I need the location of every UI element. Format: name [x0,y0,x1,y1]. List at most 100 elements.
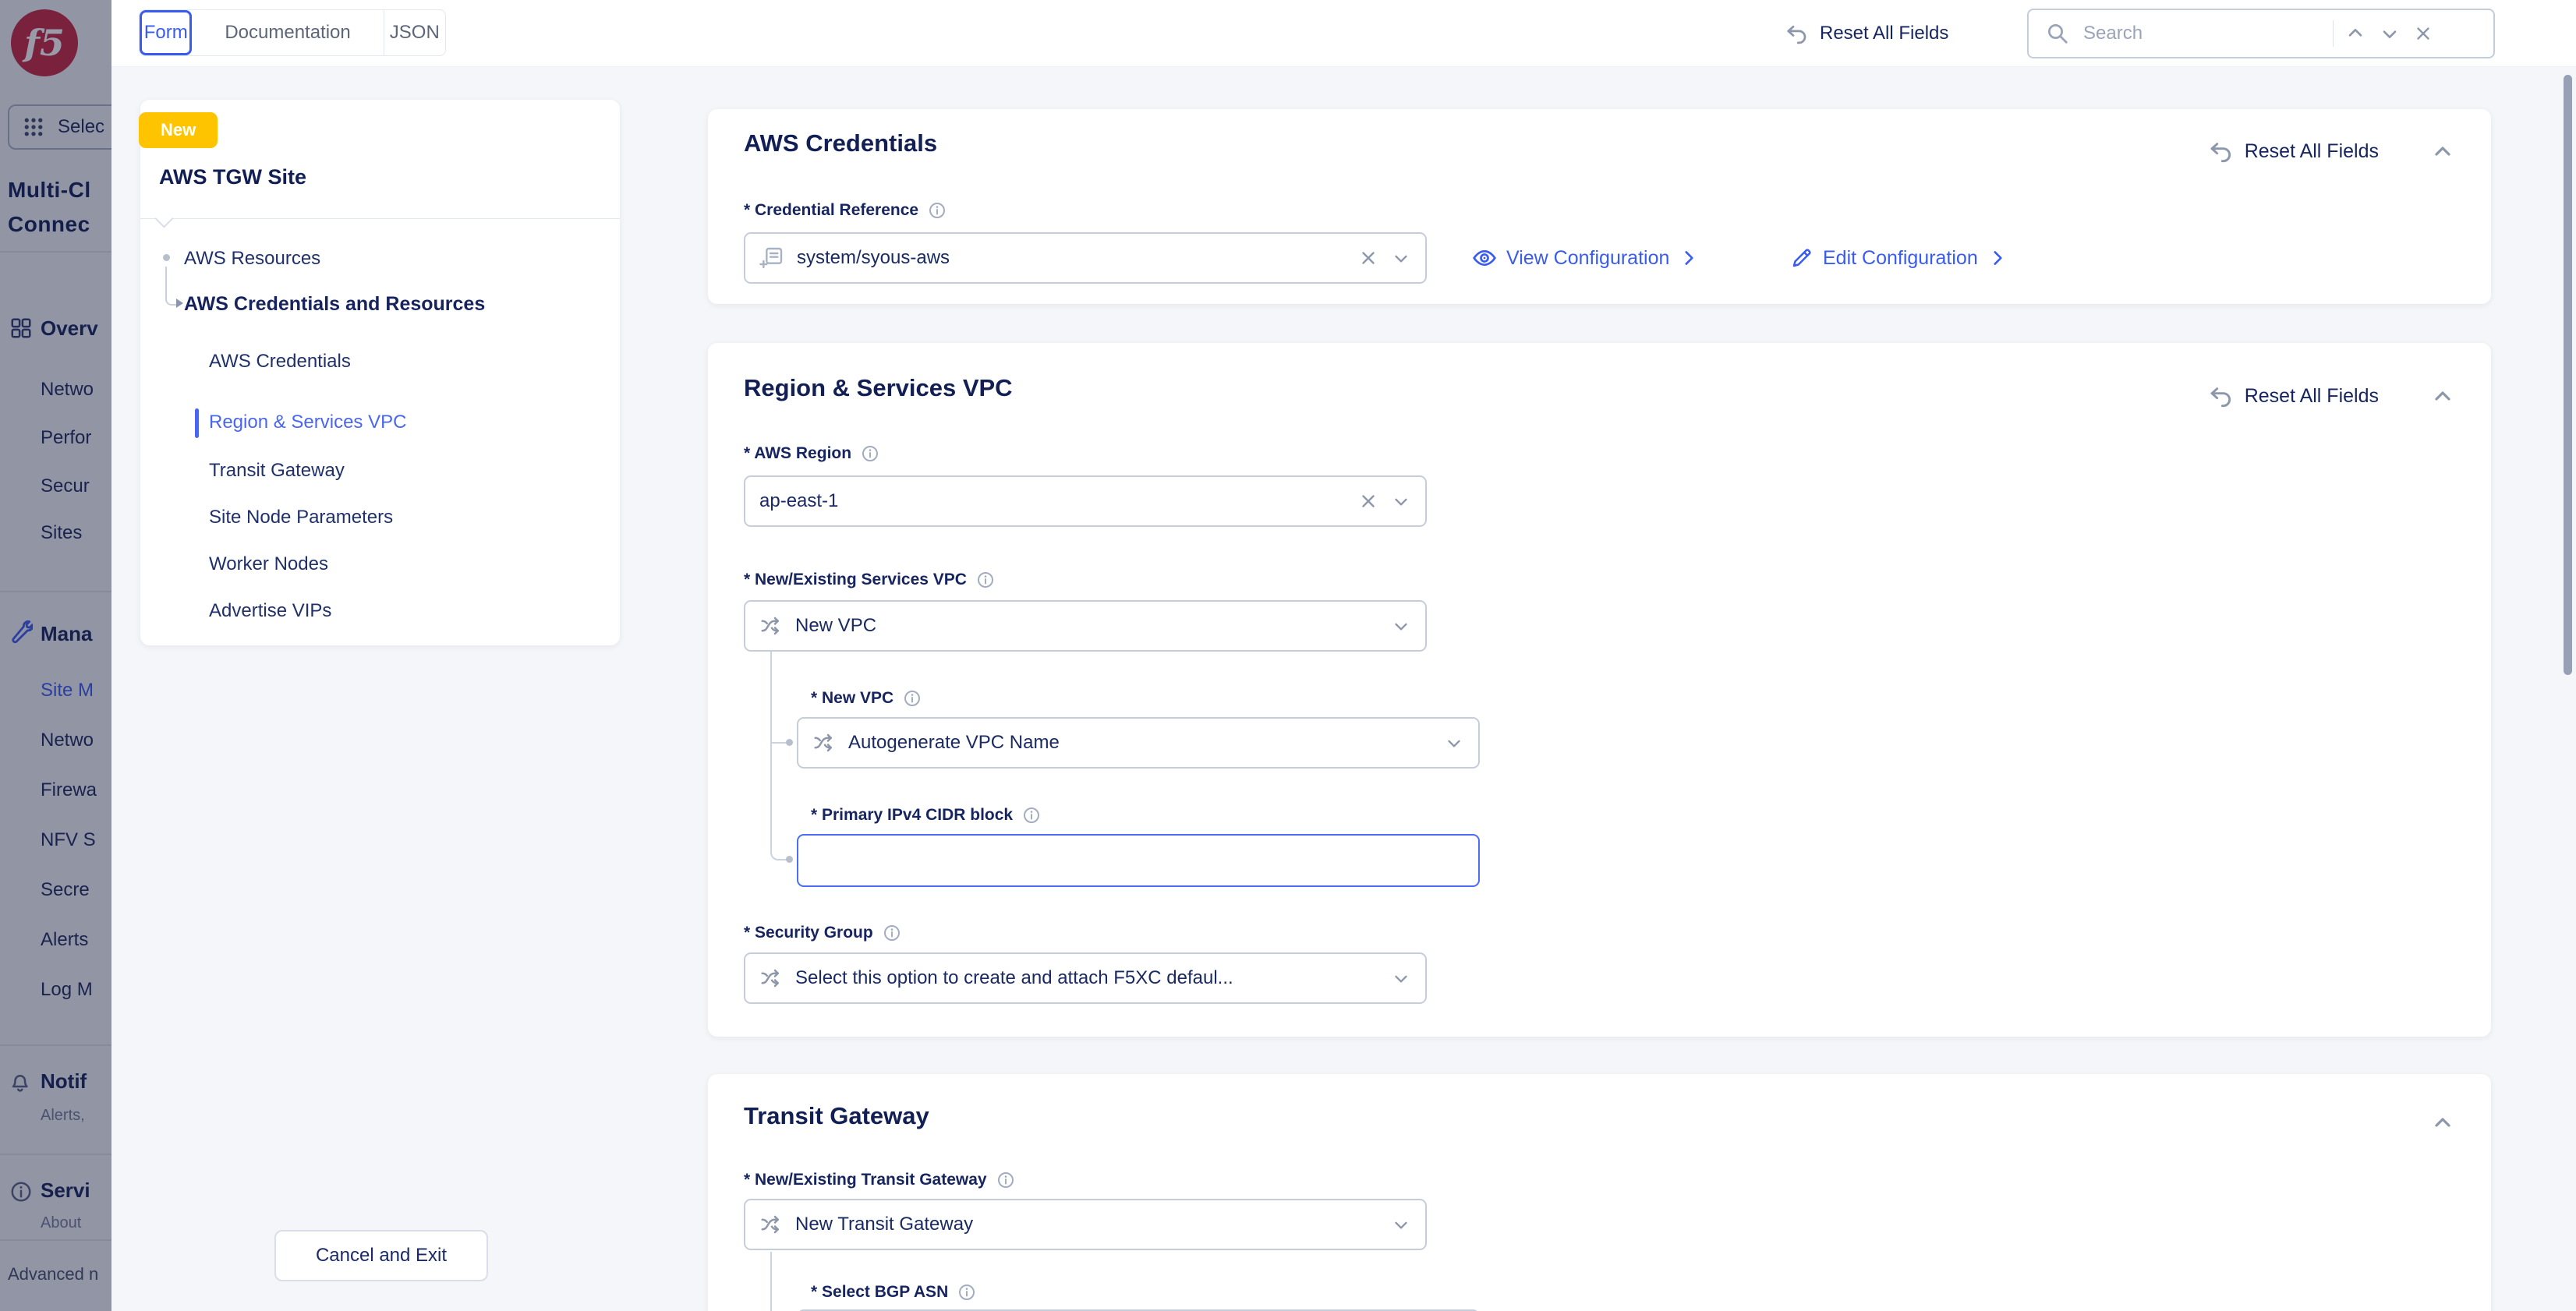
section-transit-gateway: Transit Gateway * New/Existing Transit G… [708,1074,2491,1311]
tree-item-worker-nodes[interactable]: Worker Nodes [209,553,328,575]
field-label-aws-region: * AWS Region [744,444,879,463]
chevron-down-icon[interactable] [1444,733,1464,753]
credential-reference-select[interactable]: system/syous-aws [744,232,1427,284]
collapse-chevron-icon[interactable] [2430,1110,2455,1135]
security-group-value: Select this option to create and attach … [795,967,1378,989]
cidr-input[interactable] [797,834,1480,887]
chevron-down-icon[interactable] [1391,248,1411,268]
section-title: Transit Gateway [744,1102,929,1130]
new-vpc-value: Autogenerate VPC Name [848,732,1431,754]
field-label-security-group: * Security Group [744,924,901,942]
form-title: AWS TGW Site [159,165,306,189]
transit-gateway-select[interactable]: New Transit Gateway [744,1199,1427,1250]
tree-item-aws-credentials[interactable]: AWS Credentials [209,351,351,373]
tree-item-site-node-parameters[interactable]: Site Node Parameters [209,507,393,528]
field-label-text: * New/Existing Transit Gateway [744,1171,987,1189]
field-label-text: * Credential Reference [744,201,918,220]
chevron-down-icon[interactable] [1391,1214,1411,1235]
active-tree-indicator [195,408,199,438]
info-icon[interactable] [996,1171,1015,1189]
tab-form[interactable]: Form [140,10,192,55]
close-icon[interactable] [2413,23,2433,44]
topbar: Form Documentation JSON Reset All Fields [111,0,2576,67]
tree-item-aws-credentials-and-resources[interactable]: AWS Credentials and Resources [184,293,485,316]
tree-bullet [163,254,170,261]
services-vpc-value: New VPC [795,615,1378,637]
tab-documentation[interactable]: Documentation [192,10,383,55]
shuffle-icon [759,1213,783,1236]
field-label-services-vpc: * New/Existing Services VPC [744,571,995,589]
undo-icon [2209,383,2234,408]
section-reset-button[interactable]: Reset All Fields [2209,139,2455,164]
collapse-chevron-icon[interactable] [2430,383,2455,408]
undo-icon [2209,139,2234,164]
view-configuration-link[interactable]: View Configuration [1472,232,1699,284]
shuffle-icon [759,614,783,638]
tree-item-aws-resources[interactable]: AWS Resources [184,248,320,270]
section-reset-label: Reset All Fields [2245,385,2379,408]
chevron-up-icon[interactable] [2344,23,2366,44]
divider-notch [154,209,173,228]
section-title: AWS Credentials [744,129,937,157]
field-label-text: * New/Existing Services VPC [744,571,967,589]
chevron-down-icon[interactable] [2379,23,2401,44]
field-label-cidr: * Primary IPv4 CIDR block [811,806,1041,825]
chevron-right-icon [1679,248,1699,268]
undo-icon [1785,22,1809,45]
form-nav-panel: New AWS TGW Site AWS Resources AWS Crede… [140,100,620,645]
edit-configuration-label: Edit Configuration [1823,247,1978,270]
cancel-and-exit-button[interactable]: Cancel and Exit [274,1230,488,1281]
field-label-text: * Security Group [744,924,873,942]
view-configuration-label: View Configuration [1506,247,1669,270]
field-label-text: * New VPC [811,689,893,708]
modal-scrim [0,0,111,1311]
search-input[interactable] [2082,22,2327,45]
chevron-down-icon[interactable] [1391,491,1411,511]
chevron-right-icon [1987,248,2008,268]
info-icon[interactable] [861,444,879,463]
section-aws-credentials: AWS Credentials Reset All Fields * Crede… [708,109,2491,304]
collapse-chevron-icon[interactable] [2430,139,2455,164]
info-icon[interactable] [903,689,922,708]
divider [140,218,620,219]
field-label-credential-reference: * Credential Reference [744,201,947,220]
tab-json[interactable]: JSON [384,10,445,55]
info-icon[interactable] [883,924,901,942]
field-label-new-vpc: * New VPC [811,689,922,708]
info-icon[interactable] [928,201,947,220]
info-icon[interactable] [957,1283,976,1302]
section-reset-button[interactable]: Reset All Fields [2209,383,2455,408]
tree-item-region-services-vpc[interactable]: Region & Services VPC [209,412,406,433]
new-vpc-select[interactable]: Autogenerate VPC Name [797,717,1480,769]
nested-connector [770,1252,792,1311]
field-label-transit-gateway: * New/Existing Transit Gateway [744,1171,1015,1189]
aws-region-select[interactable]: ap-east-1 [744,475,1427,527]
tree-item-advertise-vips[interactable]: Advertise VIPs [209,600,331,622]
clear-icon[interactable] [1358,491,1378,511]
chevron-down-icon[interactable] [1391,968,1411,988]
app-root: f5 Selec Multi-Cl Connec Overv Netwo Per… [0,0,2576,1311]
info-icon[interactable] [1022,806,1041,825]
tree-arrow-icon [176,299,183,308]
field-label-text: * Primary IPv4 CIDR block [811,806,1013,825]
info-icon[interactable] [976,571,995,589]
field-label-bgp-asn: * Select BGP ASN [811,1283,976,1302]
nested-connector [770,742,792,860]
shuffle-icon [812,731,836,754]
tree-item-transit-gateway[interactable]: Transit Gateway [209,460,345,482]
new-badge: New [139,112,218,148]
shuffle-icon [759,966,783,990]
security-group-select[interactable]: Select this option to create and attach … [744,952,1427,1004]
nested-connector [770,652,792,744]
credential-reference-value: system/syous-aws [797,247,1346,269]
chevron-down-icon[interactable] [1391,616,1411,636]
vertical-scrollbar-thumb[interactable] [2564,75,2572,675]
clear-icon[interactable] [1358,248,1378,268]
aws-region-value: ap-east-1 [759,490,1346,512]
transit-gateway-value: New Transit Gateway [795,1214,1378,1235]
edit-configuration-link[interactable]: Edit Configuration [1790,232,2008,284]
services-vpc-select[interactable]: New VPC [744,600,1427,652]
eye-icon [1472,246,1497,270]
search-box [2027,9,2495,58]
reset-all-fields-button[interactable]: Reset All Fields [1785,0,1948,66]
